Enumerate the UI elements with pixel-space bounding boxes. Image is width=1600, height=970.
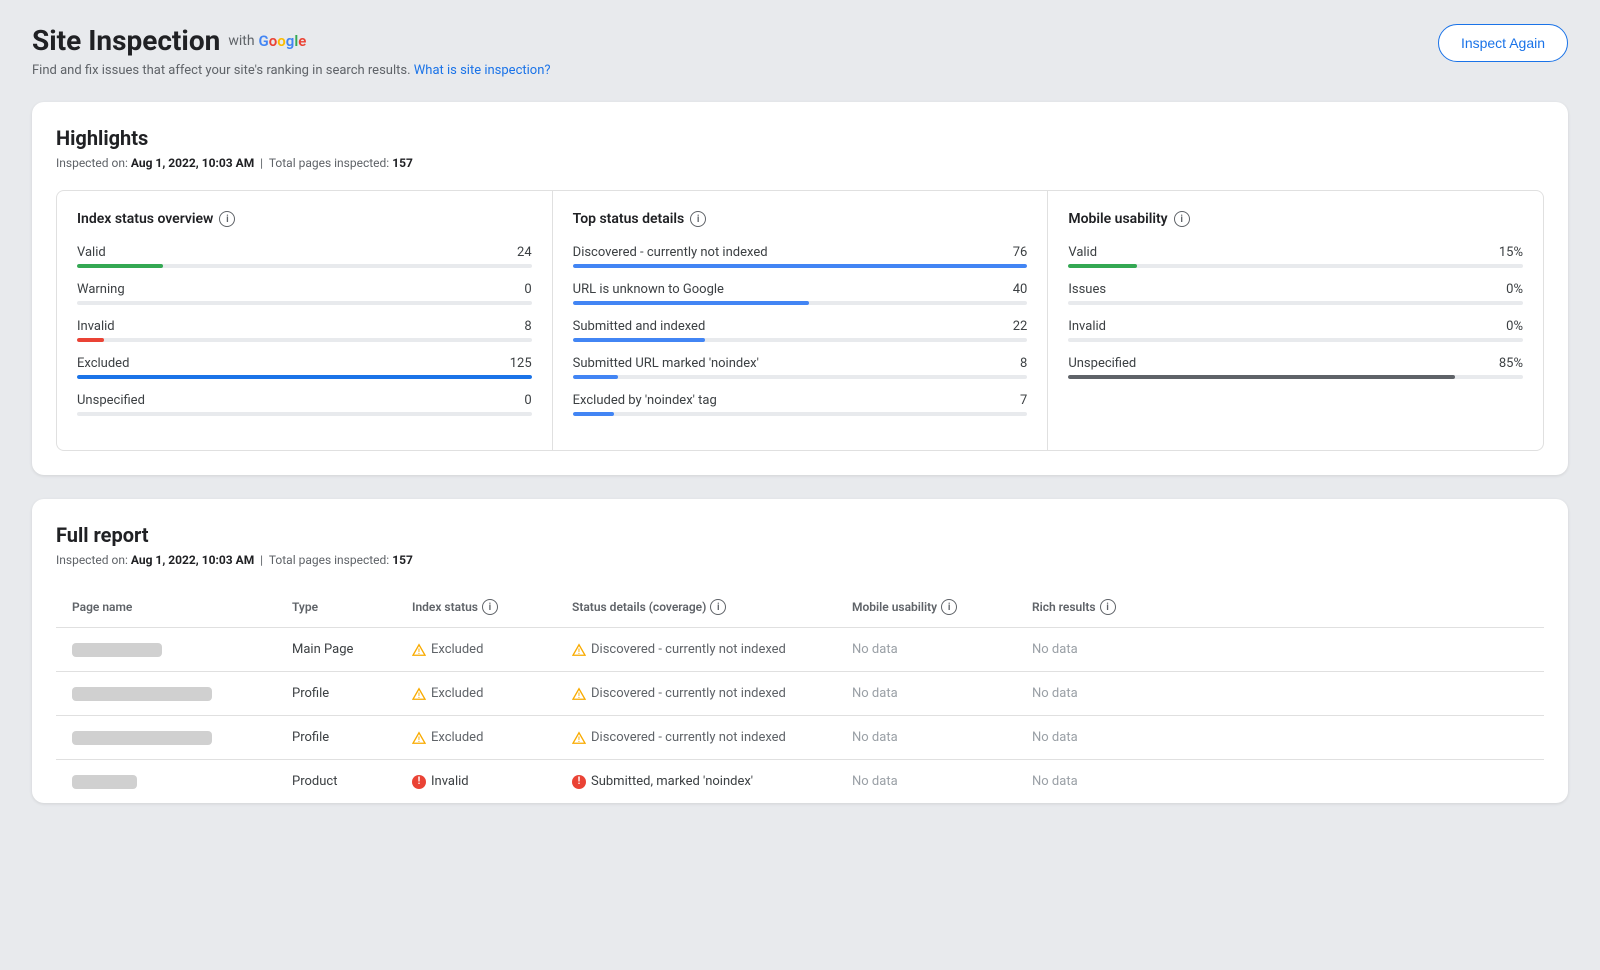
svg-text:!: ! [578, 691, 580, 699]
subtitle: Find and fix issues that affect your sit… [32, 63, 551, 78]
table-row[interactable]: Main Page ! Excluded ! Discovered - curr… [56, 628, 1544, 672]
bar-unspecified: Unspecified 0 [77, 393, 532, 416]
mobile-usability-section: Mobile usability i Valid 15% Issues [1048, 191, 1543, 450]
table-row[interactable]: Profile ! Excluded ! Discovered - curren… [56, 716, 1544, 760]
cell-mobile-usability: No data [852, 642, 1032, 657]
warning-triangle-icon: ! [412, 687, 426, 701]
cell-status-details: ! Discovered - currently not indexed [572, 642, 852, 657]
warning-triangle-icon: ! [572, 643, 586, 657]
top-status-info-icon[interactable]: i [690, 211, 706, 227]
mobile-bar-issues: Issues 0% [1068, 282, 1523, 305]
full-report-card: Full report Inspected on: Aug 1, 2022, 1… [32, 499, 1568, 803]
highlights-meta: Inspected on: Aug 1, 2022, 10:03 AM | To… [56, 156, 1544, 170]
cell-type: Product [292, 774, 412, 789]
col-index-status: Index status i [412, 599, 572, 615]
google-logo: Google [259, 32, 307, 50]
highlights-grid: Index status overview i Valid 24 Warning [56, 190, 1544, 451]
blurred-url [72, 643, 162, 657]
svg-text:!: ! [578, 735, 580, 743]
full-report-meta: Inspected on: Aug 1, 2022, 10:03 AM | To… [56, 553, 1544, 567]
cell-index-status: ! Excluded [412, 730, 572, 745]
svg-text:!: ! [418, 735, 420, 743]
cell-rich-results: No data [1032, 774, 1172, 789]
bar-url-unknown: URL is unknown to Google 40 [573, 282, 1028, 305]
bar-submitted-indexed: Submitted and indexed 22 [573, 319, 1028, 342]
cell-index-status: ! Excluded [412, 642, 572, 657]
top-status-title: Top status details i [573, 211, 1028, 227]
highlights-title: Highlights [56, 126, 1544, 150]
cell-type: Profile [292, 686, 412, 701]
index-status-title: Index status overview i [77, 211, 532, 227]
index-status-bars: Valid 24 Warning 0 [77, 245, 532, 416]
cell-mobile-usability: No data [852, 774, 1032, 789]
svg-text:!: ! [418, 691, 420, 699]
error-circle-icon: ! [412, 775, 426, 789]
cell-rich-results: No data [1032, 642, 1172, 657]
svg-text:!: ! [578, 647, 580, 655]
col-page-name: Page name [72, 599, 292, 615]
svg-text:!: ! [418, 647, 420, 655]
cell-type: Main Page [292, 642, 412, 657]
warning-triangle-icon: ! [572, 731, 586, 745]
bar-submitted-noindex: Submitted URL marked 'noindex' 8 [573, 356, 1028, 379]
cell-index-status: ! Invalid [412, 774, 572, 789]
cell-page-name [72, 731, 292, 745]
table-header: Page name Type Index status i Status det… [56, 587, 1544, 628]
index-status-info-icon[interactable]: i [219, 211, 235, 227]
warning-triangle-icon: ! [412, 643, 426, 657]
page-header: Site Inspection with Google Find and fix… [32, 24, 1568, 78]
top-status-bars: Discovered - currently not indexed 76 UR… [573, 245, 1028, 416]
index-status-section: Index status overview i Valid 24 Warning [57, 191, 552, 450]
cell-page-name [72, 687, 292, 701]
what-is-link[interactable]: What is site inspection? [414, 63, 551, 78]
col-mobile-usability: Mobile usability i [852, 599, 1032, 615]
full-report-title: Full report [56, 523, 1544, 547]
mobile-usability-col-info-icon[interactable]: i [941, 599, 957, 615]
cell-mobile-usability: No data [852, 730, 1032, 745]
inspect-again-button[interactable]: Inspect Again [1438, 24, 1568, 62]
cell-page-name [72, 775, 292, 789]
page-title: Site Inspection with Google [32, 24, 551, 57]
bar-valid: Valid 24 [77, 245, 532, 268]
bar-excluded-noindex: Excluded by 'noindex' tag 7 [573, 393, 1028, 416]
bar-discovered: Discovered - currently not indexed 76 [573, 245, 1028, 268]
table-row[interactable]: Product ! Invalid ! Submitted, marked 'n… [56, 760, 1544, 803]
mobile-usability-info-icon[interactable]: i [1174, 211, 1190, 227]
cell-page-name [72, 643, 292, 657]
bar-invalid: Invalid 8 [77, 319, 532, 342]
top-status-section: Top status details i Discovered - curren… [553, 191, 1048, 450]
cell-rich-results: No data [1032, 686, 1172, 701]
cell-index-status: ! Excluded [412, 686, 572, 701]
mobile-bar-invalid: Invalid 0% [1068, 319, 1523, 342]
bar-warning: Warning 0 [77, 282, 532, 305]
cell-rich-results: No data [1032, 730, 1172, 745]
title-text: Site Inspection [32, 24, 220, 57]
table-row[interactable]: Profile ! Excluded ! Discovered - curren… [56, 672, 1544, 716]
mobile-usability-bars: Valid 15% Issues 0% [1068, 245, 1523, 379]
cell-status-details: ! Discovered - currently not indexed [572, 730, 852, 745]
bar-excluded: Excluded 125 [77, 356, 532, 379]
mobile-bar-valid: Valid 15% [1068, 245, 1523, 268]
cell-mobile-usability: No data [852, 686, 1032, 701]
with-google-label: with Google [228, 32, 306, 50]
col-status-details: Status details (coverage) i [572, 599, 852, 615]
blurred-url [72, 775, 137, 789]
title-area: Site Inspection with Google Find and fix… [32, 24, 551, 78]
warning-triangle-icon: ! [412, 731, 426, 745]
index-status-col-info-icon[interactable]: i [482, 599, 498, 615]
cell-type: Profile [292, 730, 412, 745]
blurred-url [72, 687, 212, 701]
highlights-card: Highlights Inspected on: Aug 1, 2022, 10… [32, 102, 1568, 475]
rich-results-col-info-icon[interactable]: i [1100, 599, 1116, 615]
col-rich-results: Rich results i [1032, 599, 1172, 615]
mobile-usability-title: Mobile usability i [1068, 211, 1523, 227]
cell-status-details: ! Discovered - currently not indexed [572, 686, 852, 701]
warning-triangle-icon: ! [572, 687, 586, 701]
status-details-col-info-icon[interactable]: i [710, 599, 726, 615]
cell-status-details: ! Submitted, marked 'noindex' [572, 774, 852, 789]
error-circle-icon: ! [572, 775, 586, 789]
mobile-bar-unspecified: Unspecified 85% [1068, 356, 1523, 379]
blurred-url [72, 731, 212, 745]
col-type: Type [292, 599, 412, 615]
